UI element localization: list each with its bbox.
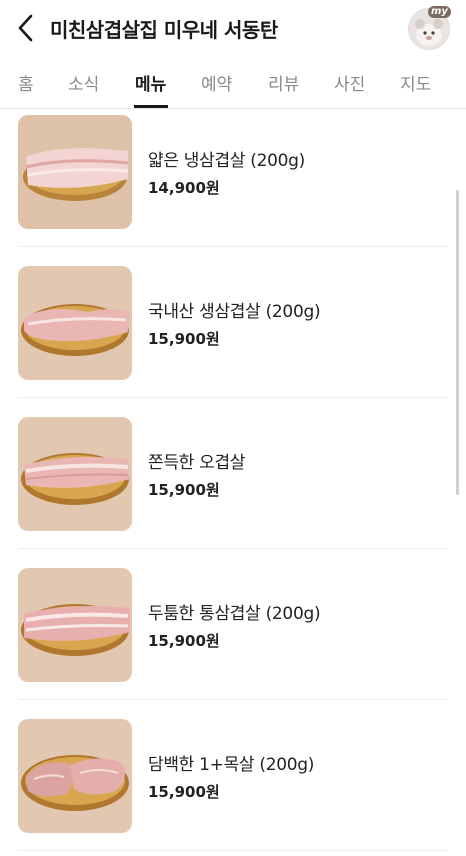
tab-reviews[interactable]: 리뷰 <box>268 70 299 95</box>
divider <box>18 699 448 700</box>
menu-item[interactable]: 쫀득한 오겹살 15,900원 <box>0 411 466 562</box>
divider <box>18 850 448 851</box>
menu-item-image <box>18 568 132 682</box>
active-tab-indicator <box>134 105 168 108</box>
chevron-left-icon <box>18 14 33 42</box>
header: 미친삼겹살집 미우네 서동탄 my <box>0 0 466 56</box>
tab-map[interactable]: 지도 <box>400 70 431 95</box>
menu-item-name: 두툼한 통삼겹살 (200g) <box>148 604 321 624</box>
divider <box>18 397 448 398</box>
menu-list: 얇은 냉삼겹살 (200g) 14,900원 국내산 생삼겹살 (200g) 1… <box>0 109 466 856</box>
menu-item-image <box>18 417 132 531</box>
tab-bar: 홈 소식 메뉴 예약 리뷰 사진 지도 <box>0 56 466 109</box>
menu-item-image <box>18 266 132 380</box>
menu-item-price: 15,900원 <box>148 783 220 801</box>
tab-news[interactable]: 소식 <box>68 70 99 95</box>
menu-item-price: 15,900원 <box>148 632 220 650</box>
avatar-badge: my <box>428 6 451 18</box>
menu-item-price: 15,900원 <box>148 330 220 348</box>
menu-item[interactable]: 얇은 냉삼겹살 (200g) 14,900원 <box>0 109 466 260</box>
menu-item-name: 국내산 생삼겹살 (200g) <box>148 302 321 322</box>
tab-menu[interactable]: 메뉴 <box>135 70 166 95</box>
divider <box>18 548 448 549</box>
menu-item-name: 담백한 1+목살 (200g) <box>148 755 315 775</box>
menu-item-price: 15,900원 <box>148 481 220 499</box>
menu-item-image <box>18 115 132 229</box>
back-button[interactable] <box>10 12 40 44</box>
menu-item-name: 얇은 냉삼겹살 (200g) <box>148 151 305 171</box>
tab-photos[interactable]: 사진 <box>334 70 365 95</box>
menu-item-price: 14,900원 <box>148 179 220 197</box>
tab-home[interactable]: 홈 <box>18 70 34 95</box>
menu-item-image <box>18 719 132 833</box>
menu-item[interactable]: 국내산 생삼겹살 (200g) 15,900원 <box>0 260 466 411</box>
app-root: 미친삼겹살집 미우네 서동탄 my 홈 소식 메뉴 예약 리뷰 사진 지도 얇은… <box>0 0 466 856</box>
menu-item[interactable]: 두툼한 통삼겹살 (200g) 15,900원 <box>0 562 466 713</box>
page-title: 미친삼겹살집 미우네 서동탄 <box>50 18 278 42</box>
tab-reservation[interactable]: 예약 <box>201 70 232 95</box>
scrollbar[interactable] <box>456 190 459 495</box>
divider <box>18 246 448 247</box>
menu-item-name: 쫀득한 오겹살 <box>148 453 246 473</box>
menu-item[interactable]: 담백한 1+목살 (200g) 15,900원 <box>0 713 466 856</box>
